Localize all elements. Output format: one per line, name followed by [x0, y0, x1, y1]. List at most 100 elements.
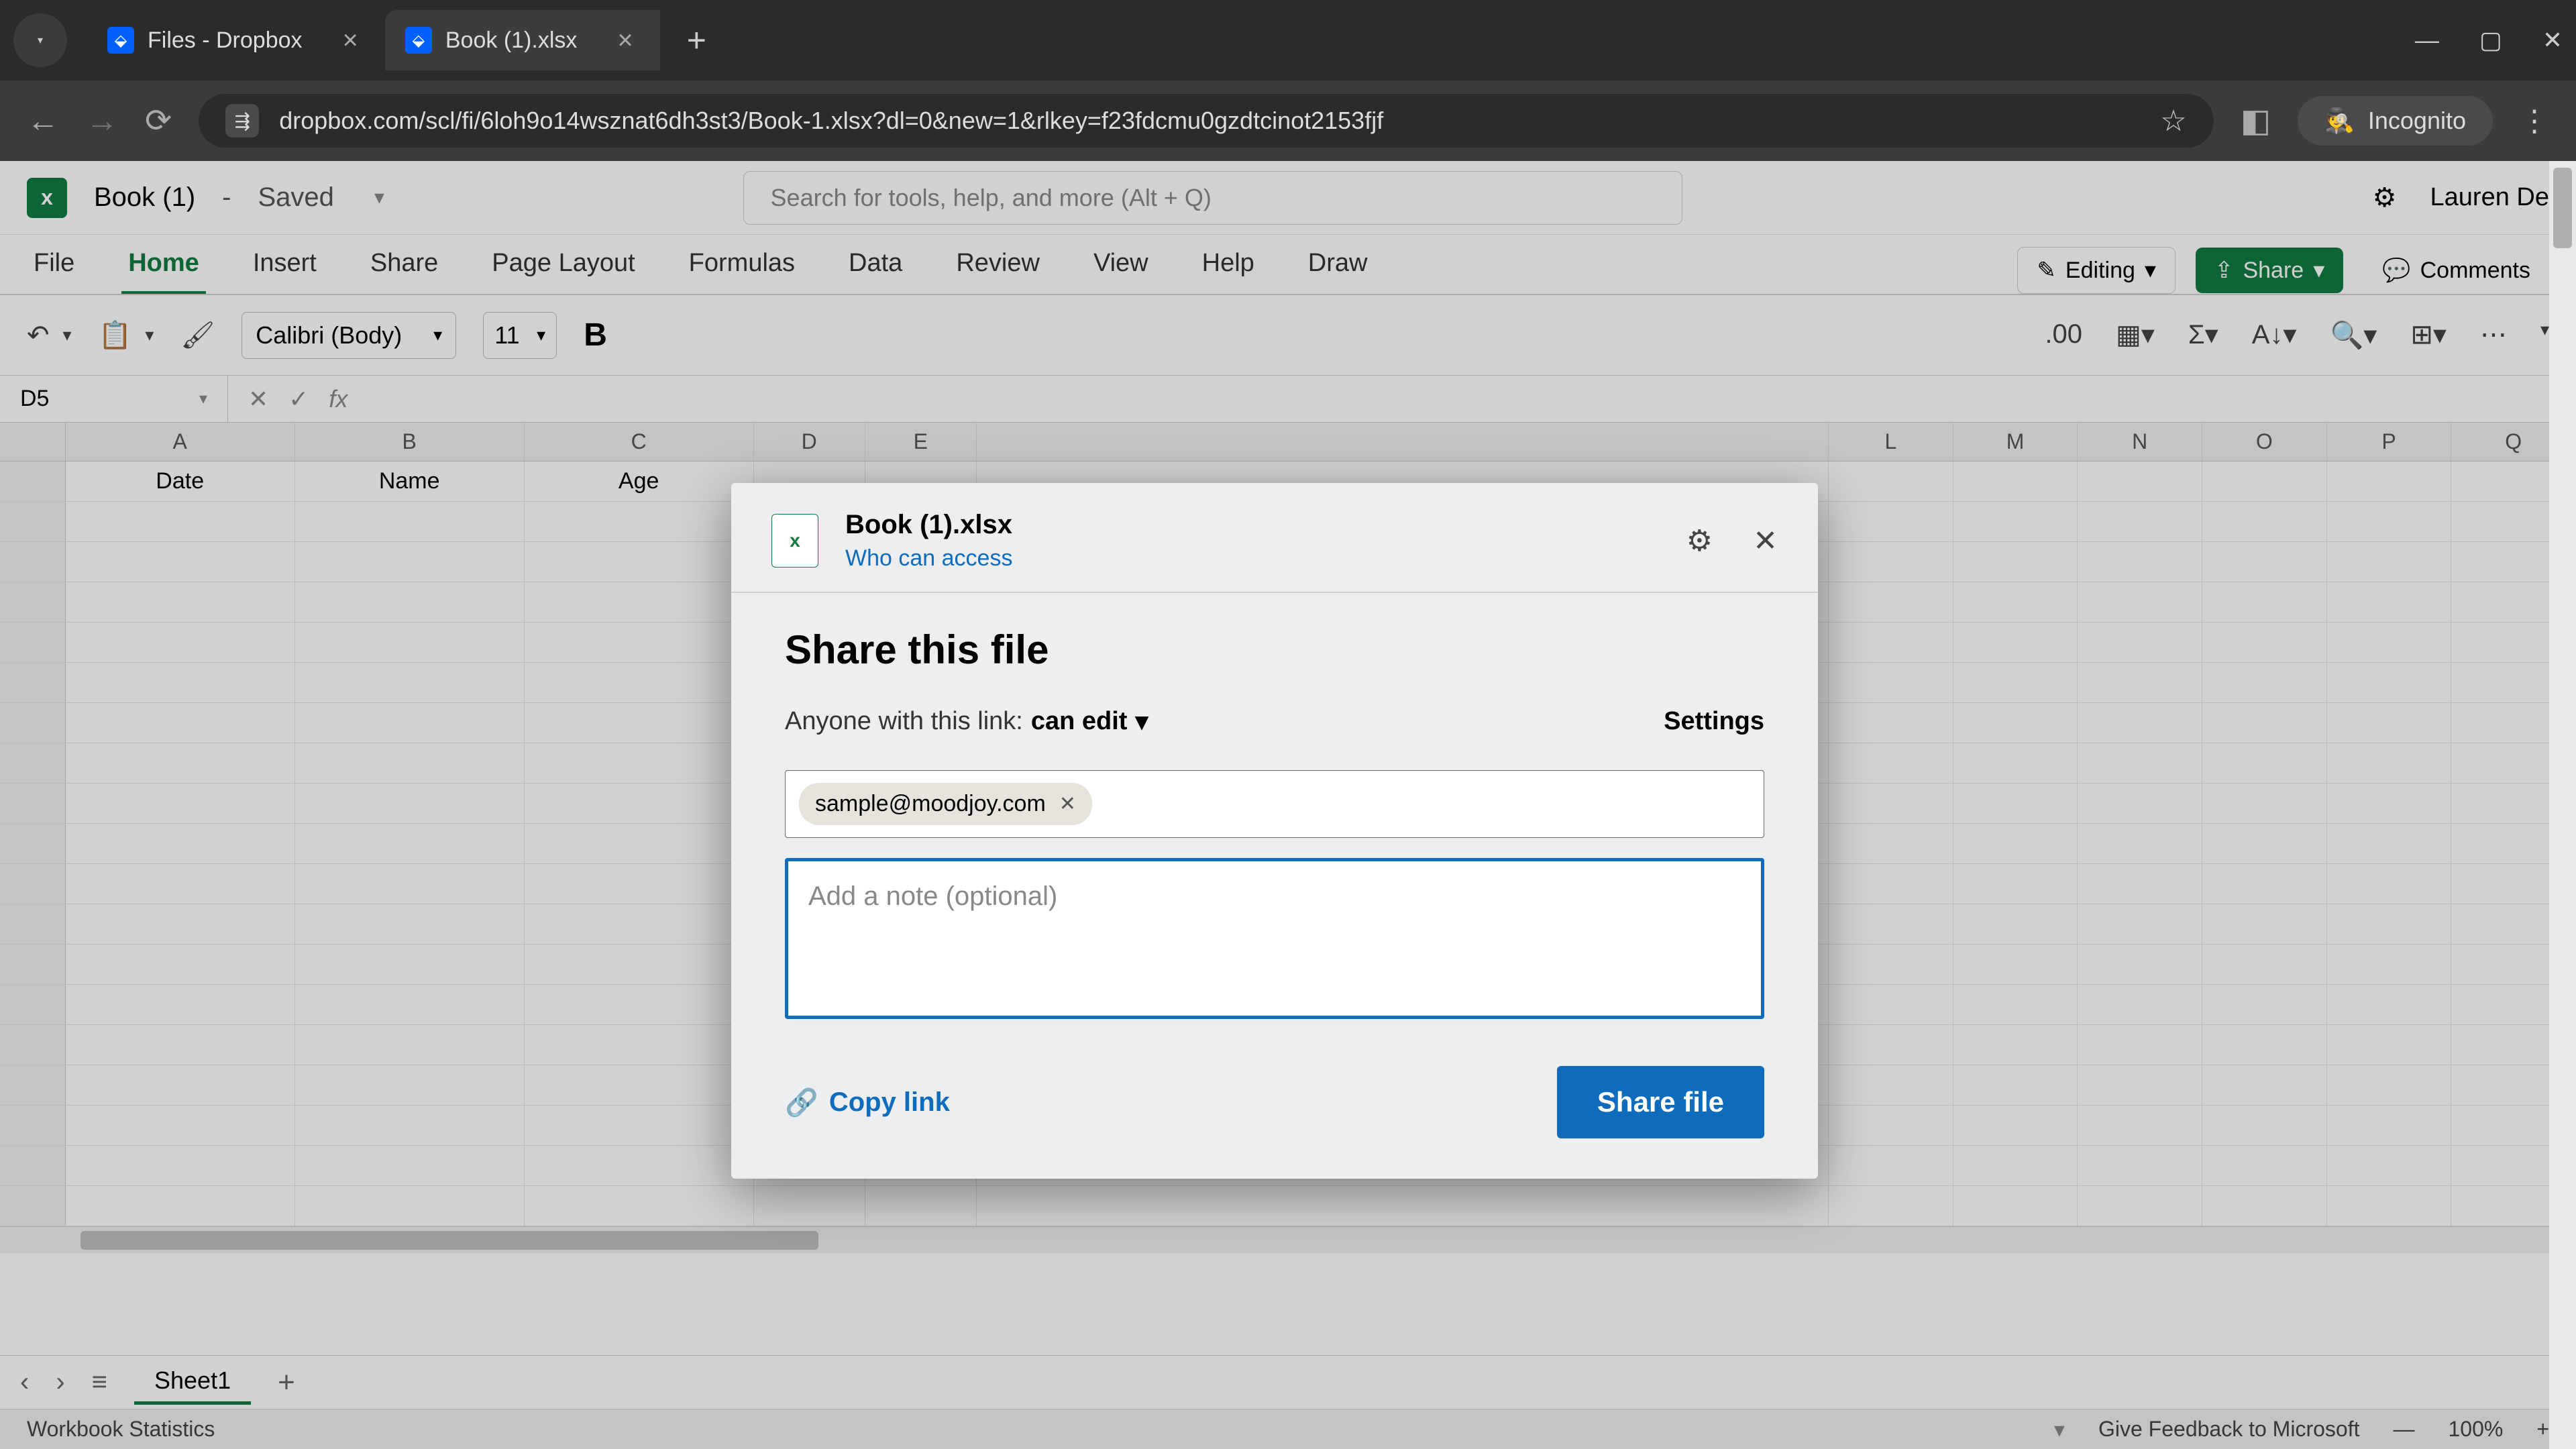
ribbon-tab-formulas[interactable]: Formulas: [682, 235, 802, 294]
cell[interactable]: [977, 1186, 1829, 1226]
cell[interactable]: [2078, 904, 2202, 944]
addins-icon[interactable]: ⊞▾: [2410, 319, 2447, 351]
cell[interactable]: [2202, 582, 2327, 622]
cell[interactable]: [66, 703, 295, 743]
row-header[interactable]: [0, 542, 66, 582]
row-header[interactable]: [0, 945, 66, 984]
search-input[interactable]: Search for tools, help, and more (Alt + …: [743, 171, 1682, 225]
ribbon-tab-draw[interactable]: Draw: [1301, 235, 1375, 294]
cell[interactable]: [66, 542, 295, 582]
cell[interactable]: [525, 904, 754, 944]
cell[interactable]: [1829, 623, 1953, 662]
cell[interactable]: [525, 663, 754, 702]
cell[interactable]: [1953, 1106, 2078, 1145]
cell[interactable]: [2202, 945, 2327, 984]
cell[interactable]: [295, 542, 525, 582]
cell[interactable]: [2327, 824, 2452, 863]
cell[interactable]: [2327, 864, 2452, 904]
cell[interactable]: Age: [525, 462, 754, 501]
cell[interactable]: [525, 985, 754, 1024]
cell[interactable]: [754, 1186, 865, 1226]
cell[interactable]: [525, 582, 754, 622]
column-header[interactable]: P: [2327, 423, 2452, 461]
user-name[interactable]: Lauren De: [2430, 183, 2549, 212]
row-header[interactable]: [0, 1025, 66, 1065]
cell[interactable]: [66, 945, 295, 984]
cell[interactable]: [1829, 663, 1953, 702]
copy-link-button[interactable]: 🔗 Copy link: [785, 1087, 950, 1118]
cell[interactable]: [1953, 743, 2078, 783]
cell[interactable]: [525, 502, 754, 541]
cell[interactable]: [865, 1186, 977, 1226]
collapse-ribbon-icon[interactable]: ▾: [2540, 319, 2549, 351]
table-icon[interactable]: ▦▾: [2116, 319, 2155, 351]
row-header[interactable]: [0, 864, 66, 904]
maximize-icon[interactable]: ▢: [2479, 26, 2502, 54]
cell[interactable]: [2202, 502, 2327, 541]
cell[interactable]: [1953, 1146, 2078, 1185]
row-header[interactable]: [0, 582, 66, 622]
cell[interactable]: [295, 703, 525, 743]
column-header[interactable]: O: [2202, 423, 2327, 461]
cell[interactable]: [1953, 1186, 2078, 1226]
cell[interactable]: [2327, 1106, 2452, 1145]
cell[interactable]: [295, 904, 525, 944]
cell[interactable]: [2202, 1025, 2327, 1065]
row-header[interactable]: [0, 623, 66, 662]
cell[interactable]: [66, 502, 295, 541]
cell[interactable]: [1953, 824, 2078, 863]
cell[interactable]: [1829, 824, 1953, 863]
cell[interactable]: [2202, 663, 2327, 702]
row-header[interactable]: [0, 1065, 66, 1105]
browser-menu-button[interactable]: ⋮: [2520, 104, 2549, 138]
cell[interactable]: [295, 582, 525, 622]
bold-button[interactable]: B: [584, 317, 607, 354]
cell[interactable]: [525, 623, 754, 662]
cell[interactable]: [525, 703, 754, 743]
cell[interactable]: [66, 824, 295, 863]
cell[interactable]: [1829, 542, 1953, 582]
settings-link[interactable]: Settings: [1664, 707, 1764, 736]
cell[interactable]: [2078, 1146, 2202, 1185]
cell[interactable]: [1953, 864, 2078, 904]
cell[interactable]: [1953, 904, 2078, 944]
font-family-select[interactable]: Calibri (Body) ▾: [241, 312, 456, 359]
bookmark-icon[interactable]: ☆: [2160, 104, 2186, 138]
cell[interactable]: [66, 1146, 295, 1185]
cell[interactable]: [525, 1146, 754, 1185]
cell[interactable]: [295, 784, 525, 823]
cell[interactable]: [295, 623, 525, 662]
remove-chip-icon[interactable]: ✕: [1059, 792, 1076, 816]
cell[interactable]: [525, 864, 754, 904]
browser-tab-book[interactable]: ⬙ Book (1).xlsx ×: [385, 10, 660, 70]
clipboard-icon[interactable]: 📋: [99, 319, 132, 351]
sheet-next-icon[interactable]: ›: [56, 1367, 64, 1397]
cell[interactable]: [1829, 1146, 1953, 1185]
cell[interactable]: [1829, 864, 1953, 904]
share-file-button[interactable]: Share file: [1557, 1066, 1764, 1138]
cell[interactable]: [295, 743, 525, 783]
cell[interactable]: [295, 1065, 525, 1105]
cell[interactable]: [1829, 582, 1953, 622]
cell[interactable]: [1953, 502, 2078, 541]
font-size-select[interactable]: 11 ▾: [483, 312, 557, 359]
row-header[interactable]: [0, 502, 66, 541]
cell[interactable]: [2078, 1186, 2202, 1226]
cell[interactable]: [1829, 1106, 1953, 1145]
cell[interactable]: [2327, 703, 2452, 743]
ribbon-tab-review[interactable]: Review: [949, 235, 1046, 294]
cell[interactable]: [295, 945, 525, 984]
feedback-link[interactable]: Give Feedback to Microsoft: [2098, 1417, 2359, 1442]
column-header[interactable]: E: [865, 423, 977, 461]
cell[interactable]: [2202, 1186, 2327, 1226]
add-sheet-button[interactable]: +: [278, 1366, 295, 1399]
cell[interactable]: [525, 1065, 754, 1105]
cell[interactable]: [2327, 1025, 2452, 1065]
cell[interactable]: [295, 1146, 525, 1185]
row-header[interactable]: [0, 985, 66, 1024]
sort-filter-icon[interactable]: A↓▾: [2252, 319, 2297, 351]
cell[interactable]: [2078, 1106, 2202, 1145]
cell[interactable]: [2078, 623, 2202, 662]
gear-icon[interactable]: ⚙: [2373, 182, 2397, 213]
row-header[interactable]: [0, 1186, 66, 1226]
